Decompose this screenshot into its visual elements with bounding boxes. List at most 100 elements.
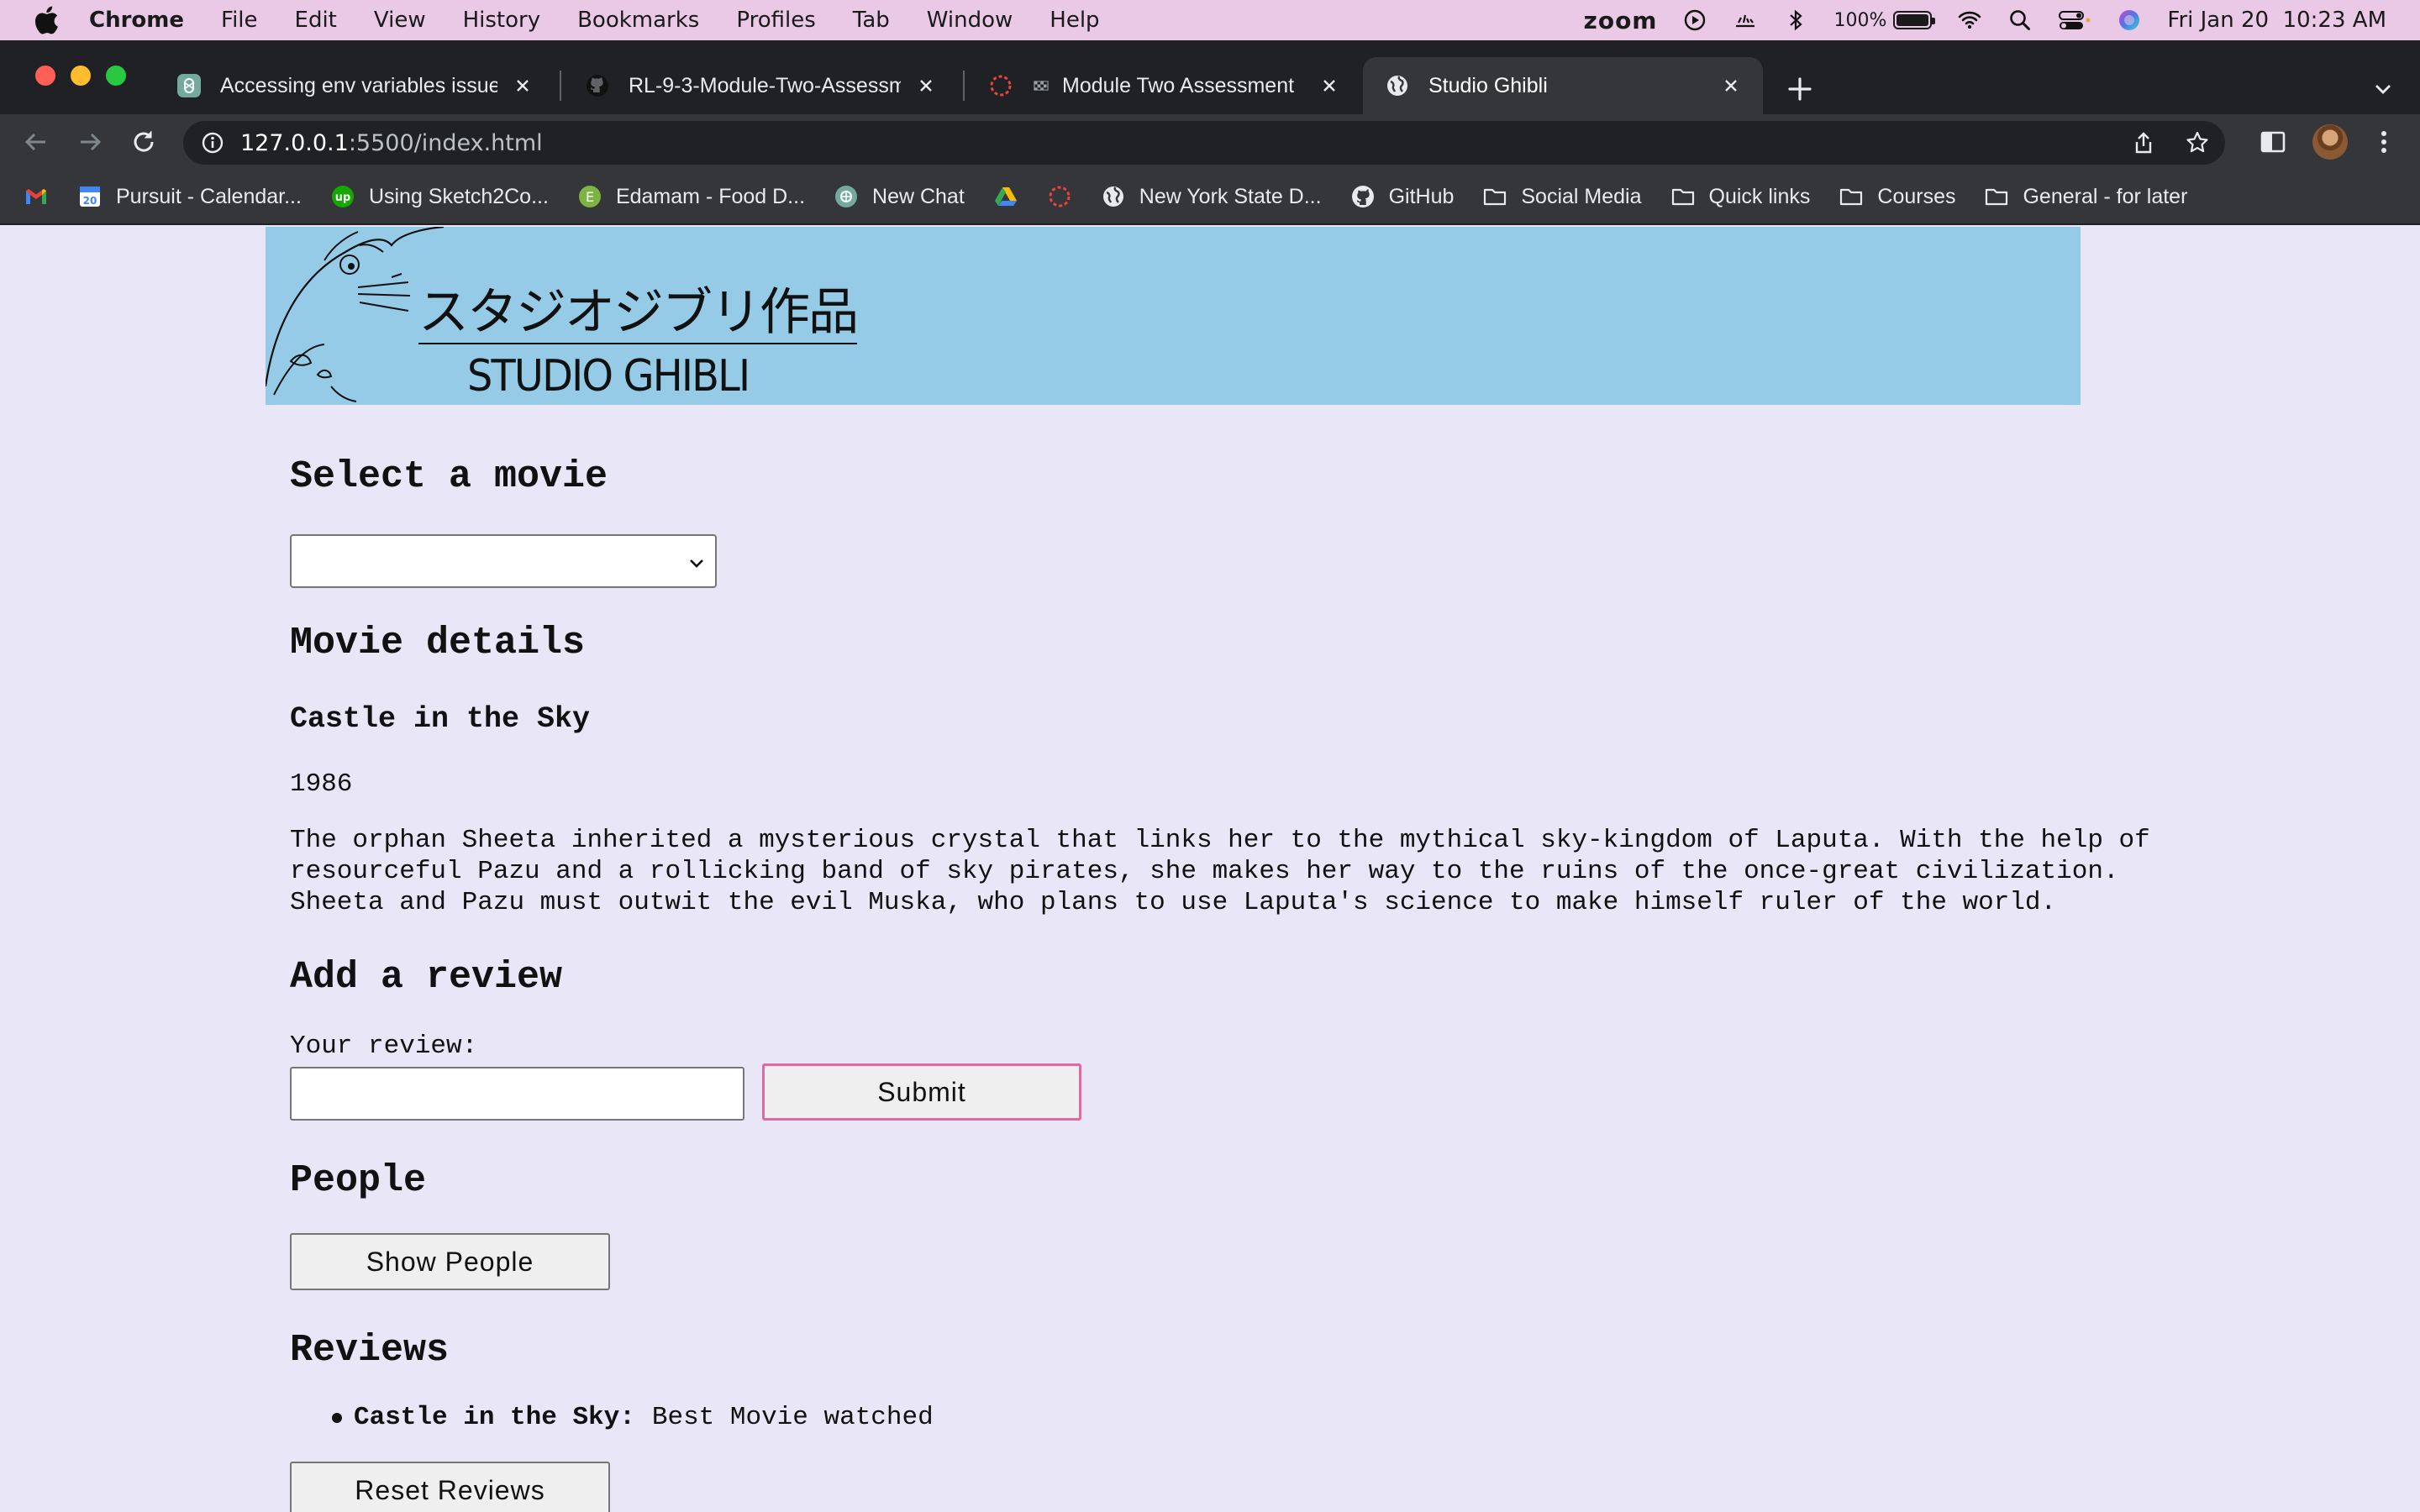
menu-app-name[interactable]: Chrome [89,8,184,33]
new-tab-icon[interactable] [1785,74,1815,104]
apple-icon[interactable] [34,6,59,34]
address-bar[interactable]: 127.0.0.1:5500/index.html [183,121,2225,165]
bookmark-folder-courses[interactable]: Courses [1839,184,1955,209]
svg-text:up: up [335,192,351,204]
submit-review-button[interactable]: Submit [762,1063,1081,1121]
calendar-icon: 20 [80,186,100,207]
close-window-button[interactable] [35,66,55,86]
close-tab-icon[interactable] [916,76,936,96]
bookmark-label: General - for later [2023,184,2188,208]
bullet-icon [332,1412,342,1423]
add-review-heading: Add a review [290,956,563,999]
people-heading: People [290,1159,427,1202]
bookmark-new-chat[interactable]: New Chat [834,184,965,209]
site-info-icon[interactable] [200,130,225,155]
battery-percent: 100% [1833,9,1887,31]
zoom-status-icon[interactable]: zoom [1584,7,1658,34]
menu-bar-status-area: zoom 100% Fri Jan 20 10:23 AM [1584,0,2386,40]
url-text[interactable]: 127.0.0.1:5500/index.html [240,130,543,156]
bookmark-folder-general[interactable]: General - for later [1984,184,2187,209]
movie-year: 1986 [290,769,353,799]
macos-menu-bar: Chrome File Edit View History Bookmarks … [0,0,2420,40]
menu-profiles[interactable]: Profiles [736,8,815,33]
gmail-icon [26,189,46,204]
tab-title: RL-9-3-Module-Two-Assessm [629,73,901,97]
tab-search-chevron-icon[interactable] [2371,77,2395,101]
folder-icon [1986,188,2008,206]
bookmark-folder-quick-links[interactable]: Quick links [1670,184,1811,209]
bookmark-nys[interactable]: New York State D... [1101,184,1322,209]
back-arrow-icon[interactable] [22,128,50,156]
reviews-heading: Reviews [290,1329,450,1372]
review-input[interactable] [290,1067,744,1121]
bluetooth-icon[interactable] [1783,8,1808,33]
forward-arrow-icon[interactable] [76,128,104,156]
drive-icon [994,187,1017,206]
side-panel-icon[interactable] [2259,128,2287,156]
kebab-menu-icon[interactable] [2370,128,2398,156]
github-icon [1351,186,1374,207]
close-tab-icon[interactable] [513,76,533,96]
openai-icon [177,74,201,97]
openai-icon [835,186,858,207]
tab-divider [963,71,965,101]
bookmark-sketch2code[interactable]: up Using Sketch2Co... [330,184,549,209]
play-circle-icon[interactable] [1682,8,1707,33]
folder-icon [1840,188,1863,206]
bookmark-gmail[interactable] [24,184,49,209]
minimize-window-button[interactable] [71,66,91,86]
menu-file[interactable]: File [221,8,258,33]
bookmark-label: Edamam - Food D... [615,184,806,208]
tab-title: Module Two Assessment [1062,73,1295,97]
spotlight-search-icon[interactable] [2007,8,2033,33]
menu-help[interactable]: Help [1050,8,1099,33]
menu-edit[interactable]: Edit [295,8,337,33]
battery-indicator[interactable]: 100% [1833,9,1936,31]
close-tab-icon[interactable] [1319,76,1339,96]
pursuit-icon [1049,186,1071,207]
reset-reviews-button[interactable]: Reset Reviews [290,1462,610,1512]
menu-bookmarks[interactable]: Bookmarks [577,8,699,33]
tab-module-two-assessment[interactable]: Module Two Assessment [966,57,1361,114]
menu-tab[interactable]: Tab [853,8,890,33]
siri-icon[interactable] [2117,8,2142,33]
bookmark-label: GitHub [1388,184,1455,208]
network-activity-icon[interactable] [1733,8,1758,33]
pursuit-icon [990,75,1012,97]
reload-icon[interactable] [129,128,158,156]
profile-avatar[interactable] [2312,124,2348,160]
list-item: Castle in the Sky: Best Movie watched [332,1403,934,1432]
tab-studio-ghibli[interactable]: Studio Ghibli [1363,57,1763,114]
bookmark-folder-social-media[interactable]: Social Media [1482,184,1642,209]
tab-rl-module-two[interactable]: RL-9-3-Module-Two-Assessm [563,57,958,114]
menu-view[interactable]: View [374,8,426,33]
url-host: 127.0.0.1 [240,129,349,156]
browser-toolbar: 127.0.0.1:5500/index.html [0,114,2420,170]
bookmark-edamam[interactable]: E Edamam - Food D... [577,184,805,209]
bookmark-github[interactable]: GitHub [1350,184,1455,209]
svg-text:20: 20 [83,195,97,207]
clock-datetime[interactable]: Fri Jan 20 10:23 AM [2167,8,2386,33]
bookmark-label: Quick links [1708,184,1811,208]
tab-accessing-env-variables[interactable]: Accessing env variables issue [155,57,555,114]
bookmark-label: Pursuit - Calendar... [116,184,302,208]
share-icon[interactable] [2131,130,2156,155]
bookmark-star-icon[interactable] [2185,130,2210,155]
bookmark-google-drive[interactable] [993,184,1018,209]
bookmark-pursuit[interactable] [1047,184,1072,209]
close-tab-icon[interactable] [1721,76,1741,96]
bookmark-label: Using Sketch2Co... [368,184,549,208]
upwork-icon: up [331,186,354,207]
menu-window[interactable]: Window [927,8,1013,33]
menu-history[interactable]: History [463,8,541,33]
maximize-window-button[interactable] [106,66,126,86]
wifi-icon[interactable] [1957,8,1982,33]
select-movie-heading: Select a movie [290,455,608,498]
review-label: Your review: [290,1032,478,1061]
banner-english-title: STUDIO GHIBLI [467,351,750,402]
show-people-button[interactable]: Show People [290,1233,610,1290]
bookmark-pursuit-calendar[interactable]: 20 Pursuit - Calendar... [77,184,302,209]
folder-icon [1484,188,1507,206]
movie-select-dropdown[interactable] [290,534,717,588]
control-center-icon[interactable] [2058,8,2091,33]
